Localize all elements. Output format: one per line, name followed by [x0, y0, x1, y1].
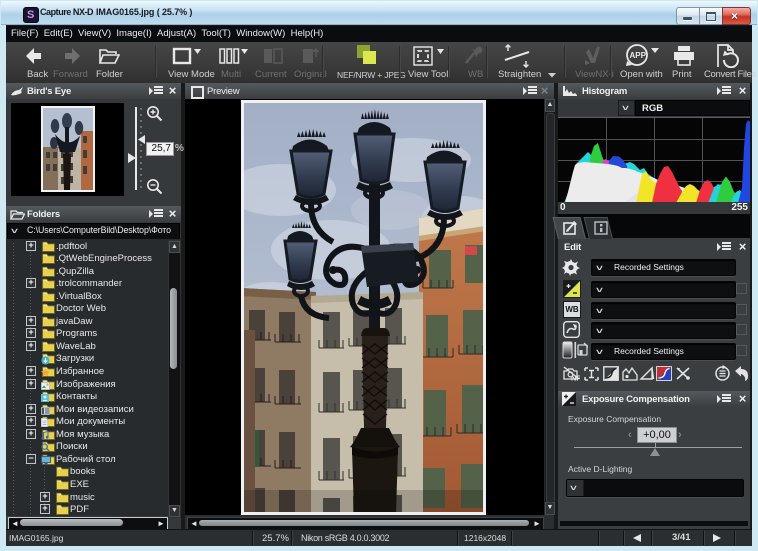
svg-text:APP: APP: [630, 51, 647, 60]
svg-text:NR: NR: [571, 374, 580, 382]
